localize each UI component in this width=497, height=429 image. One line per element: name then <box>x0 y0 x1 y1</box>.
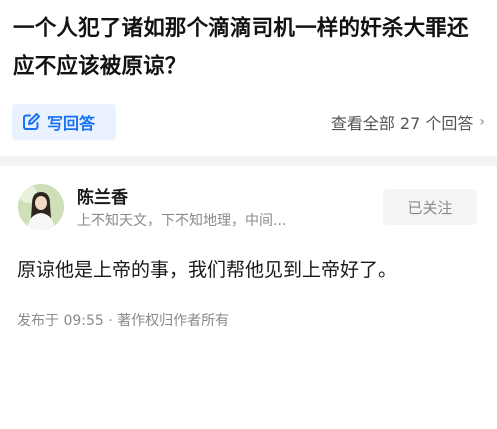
view-all-label: 查看全部 27 个回答 <box>330 114 474 133</box>
write-answer-button[interactable]: 写回答 <box>12 104 116 140</box>
follow-button[interactable]: 已关注 <box>383 189 477 225</box>
chevron-right-icon: › <box>479 114 485 130</box>
pencil-square-icon <box>21 112 41 132</box>
answer-content[interactable]: 原谅他是上帝的事，我们帮他见到上帝好了。 <box>17 255 487 285</box>
avatar-image <box>18 184 64 230</box>
write-answer-label: 写回答 <box>47 114 96 133</box>
author-avatar[interactable] <box>18 184 64 230</box>
section-divider <box>0 156 497 166</box>
author-name[interactable]: 陈兰香 <box>77 183 128 208</box>
author-bio: 上不知天文，下不知地理，中间... <box>77 213 287 229</box>
answer-meta: 发布于 09:55 · 著作权归作者所有 <box>17 313 230 329</box>
view-all-answers-link[interactable]: 查看全部 27 个回答 › <box>331 110 485 134</box>
question-title: 一个人犯了诸如那个滴滴司机一样的奸杀大罪还应不应该被原谅？ <box>13 16 469 79</box>
